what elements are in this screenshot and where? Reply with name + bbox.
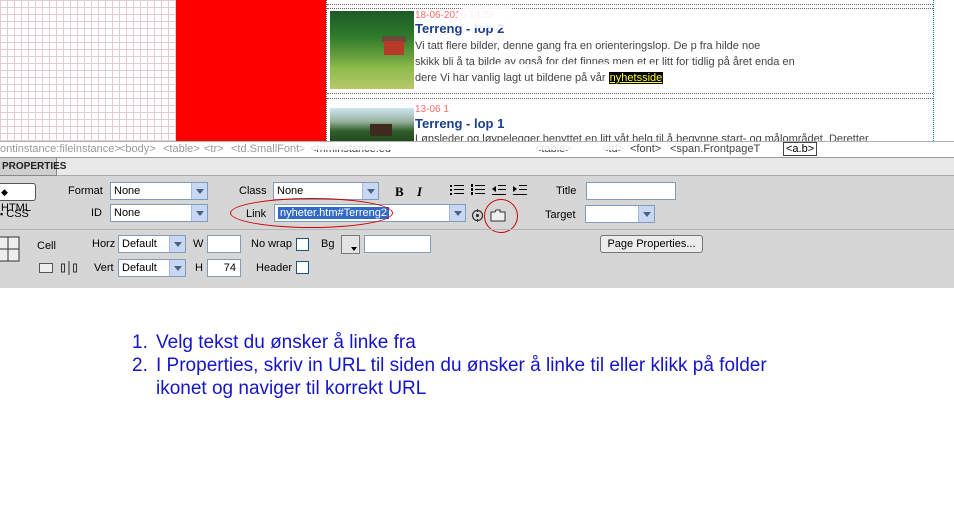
chevron-down-icon [638,206,654,222]
id-label: ID [91,207,102,219]
indent-icon[interactable] [513,184,527,196]
w-label: W [193,238,204,250]
article-title[interactable]: Terreng - lop 1 [415,116,504,131]
divider [327,93,933,94]
tag-item[interactable]: ontinstance:fileinstance> [0,143,121,155]
article-line: dere Vi har vanlig lagt ut bildene på vå… [415,72,664,84]
chevron-down-icon [191,183,207,199]
bold-button[interactable]: B [395,184,404,200]
point-to-file-icon[interactable] [471,209,484,222]
table-cell-icon [0,236,20,262]
chevron-down-icon [169,260,185,276]
design-view: 18-06-2010 14:22 Terreng - lop 2 Vi tatt… [0,0,954,141]
format-label: Format [68,185,103,197]
properties-panel: PROPERTIES ◆ HTML ▪ CSS Format None ID N… [0,157,954,288]
selected-link-text[interactable]: nyhetsside [608,72,664,84]
article-thumbnail [330,108,414,141]
article-line: Vi tatt flere bilder, denne gang fra en … [415,40,761,52]
instruction-list: 1. Velg tekst du ønsker å linke fra 2. I… [132,331,772,400]
highlight-circle-link-field [230,198,393,228]
format-select[interactable]: None [110,182,208,200]
vert-label: Vert [94,262,114,274]
article-body: Vi tatt flere bilder, denne gang fra en … [415,38,925,86]
nowrap-label: No wrap [251,238,292,250]
article-date: 13-06 1 [415,104,449,115]
tag-item-selected[interactable]: <a.b> [783,142,818,156]
italic-button[interactable]: I [417,184,422,200]
h-label: H [195,262,203,274]
horz-label: Horz [92,238,116,250]
divider [327,4,933,5]
chevron-down-icon [351,247,357,251]
split-cell-icon[interactable] [61,261,77,275]
tag-item[interactable]: <span.FrontpageT [670,143,760,155]
article-body: Løpsleder og løypelegger benyttet en lit… [415,131,925,141]
tag-item[interactable]: <body> [119,143,156,155]
title-input[interactable] [586,182,676,200]
page-properties-button[interactable]: Page Properties... [600,235,703,253]
chevron-down-icon [362,183,378,199]
merge-cells-icon[interactable] [39,263,53,273]
divider [327,98,933,99]
vert-select[interactable]: Default [118,259,186,277]
divider [327,8,933,9]
red-block [176,0,326,141]
horz-select[interactable]: Default [118,235,186,253]
target-select[interactable] [585,205,655,223]
chevron-down-icon [169,236,185,252]
tag-item[interactable]: <font> [630,143,661,155]
id-select[interactable]: None [110,204,208,222]
title-label: Title [556,185,577,197]
css-icon: ▪ [0,209,4,219]
css-mode-button[interactable]: ▪ CSS [0,208,29,220]
highlight-circle-folder [484,199,518,233]
chevron-down-icon [449,205,465,221]
properties-tab[interactable]: PROPERTIES [0,158,66,176]
ordered-list-icon[interactable] [471,184,485,196]
article-thumbnail [330,11,414,89]
header-label: Header [256,262,293,274]
height-input[interactable]: 74 [207,259,241,277]
outdent-icon[interactable] [492,184,506,196]
chevron-down-icon [191,205,207,221]
html-icon: ◆ [1,187,8,197]
news-column: 18-06-2010 14:22 Terreng - lop 2 Vi tatt… [326,0,934,141]
tag-selector: ontinstance:fileinstance> <body> <table>… [0,141,954,157]
nowrap-checkbox[interactable] [296,238,309,251]
properties-header: PROPERTIES [0,158,954,176]
tag-item[interactable]: <td.SmallFont> [231,143,306,155]
width-input[interactable] [207,235,241,253]
instruction-item: 1. Velg tekst du ønsker å linke fra [132,332,416,353]
bg-color-picker[interactable] [341,235,360,254]
instruction-item: 2. I Properties, skriv in URL til siden … [132,355,767,399]
grid-area [0,0,176,141]
cell-label: Cell [37,240,56,252]
target-label: Target [545,209,576,221]
tag-item[interactable]: <tr> [204,143,224,155]
divider [0,229,954,230]
tag-item[interactable]: <table> [163,143,200,155]
header-checkbox[interactable] [296,261,309,274]
html-mode-button[interactable]: ◆ HTML [0,183,36,214]
bg-label: Bg [321,238,335,250]
bg-color-input[interactable] [364,235,431,253]
class-label: Class [239,185,267,197]
article-line: Løpsleder og løypelegger benyttet en lit… [415,133,869,141]
unordered-list-icon[interactable] [450,184,464,196]
